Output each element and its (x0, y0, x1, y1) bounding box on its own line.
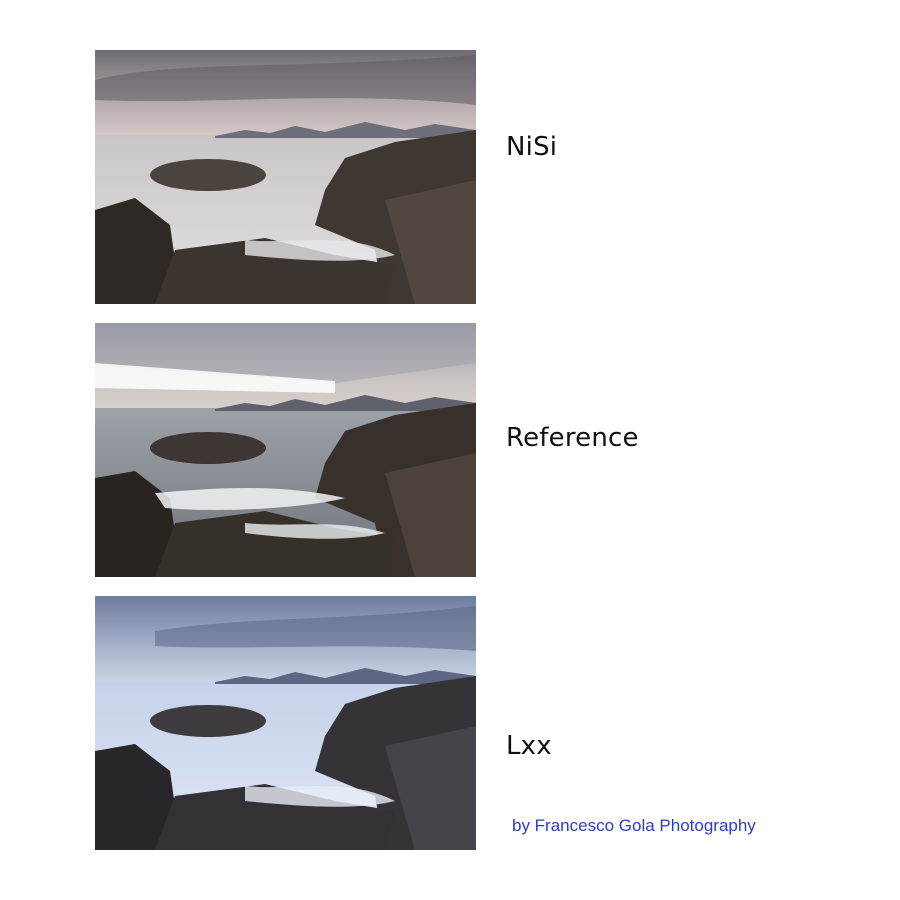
photo-lxx (95, 596, 476, 850)
panel-label-reference: Reference (506, 423, 639, 453)
nisi-seascape-image (95, 50, 476, 304)
photo-reference (95, 323, 476, 577)
photo-credit: by Francesco Gola Photography (512, 816, 756, 835)
photo-nisi (95, 50, 476, 304)
panel-label-nisi: NiSi (506, 132, 558, 162)
panel-label-lxx: Lxx (506, 731, 552, 761)
lxx-seascape-image (95, 596, 476, 850)
reference-seascape-image (95, 323, 476, 577)
